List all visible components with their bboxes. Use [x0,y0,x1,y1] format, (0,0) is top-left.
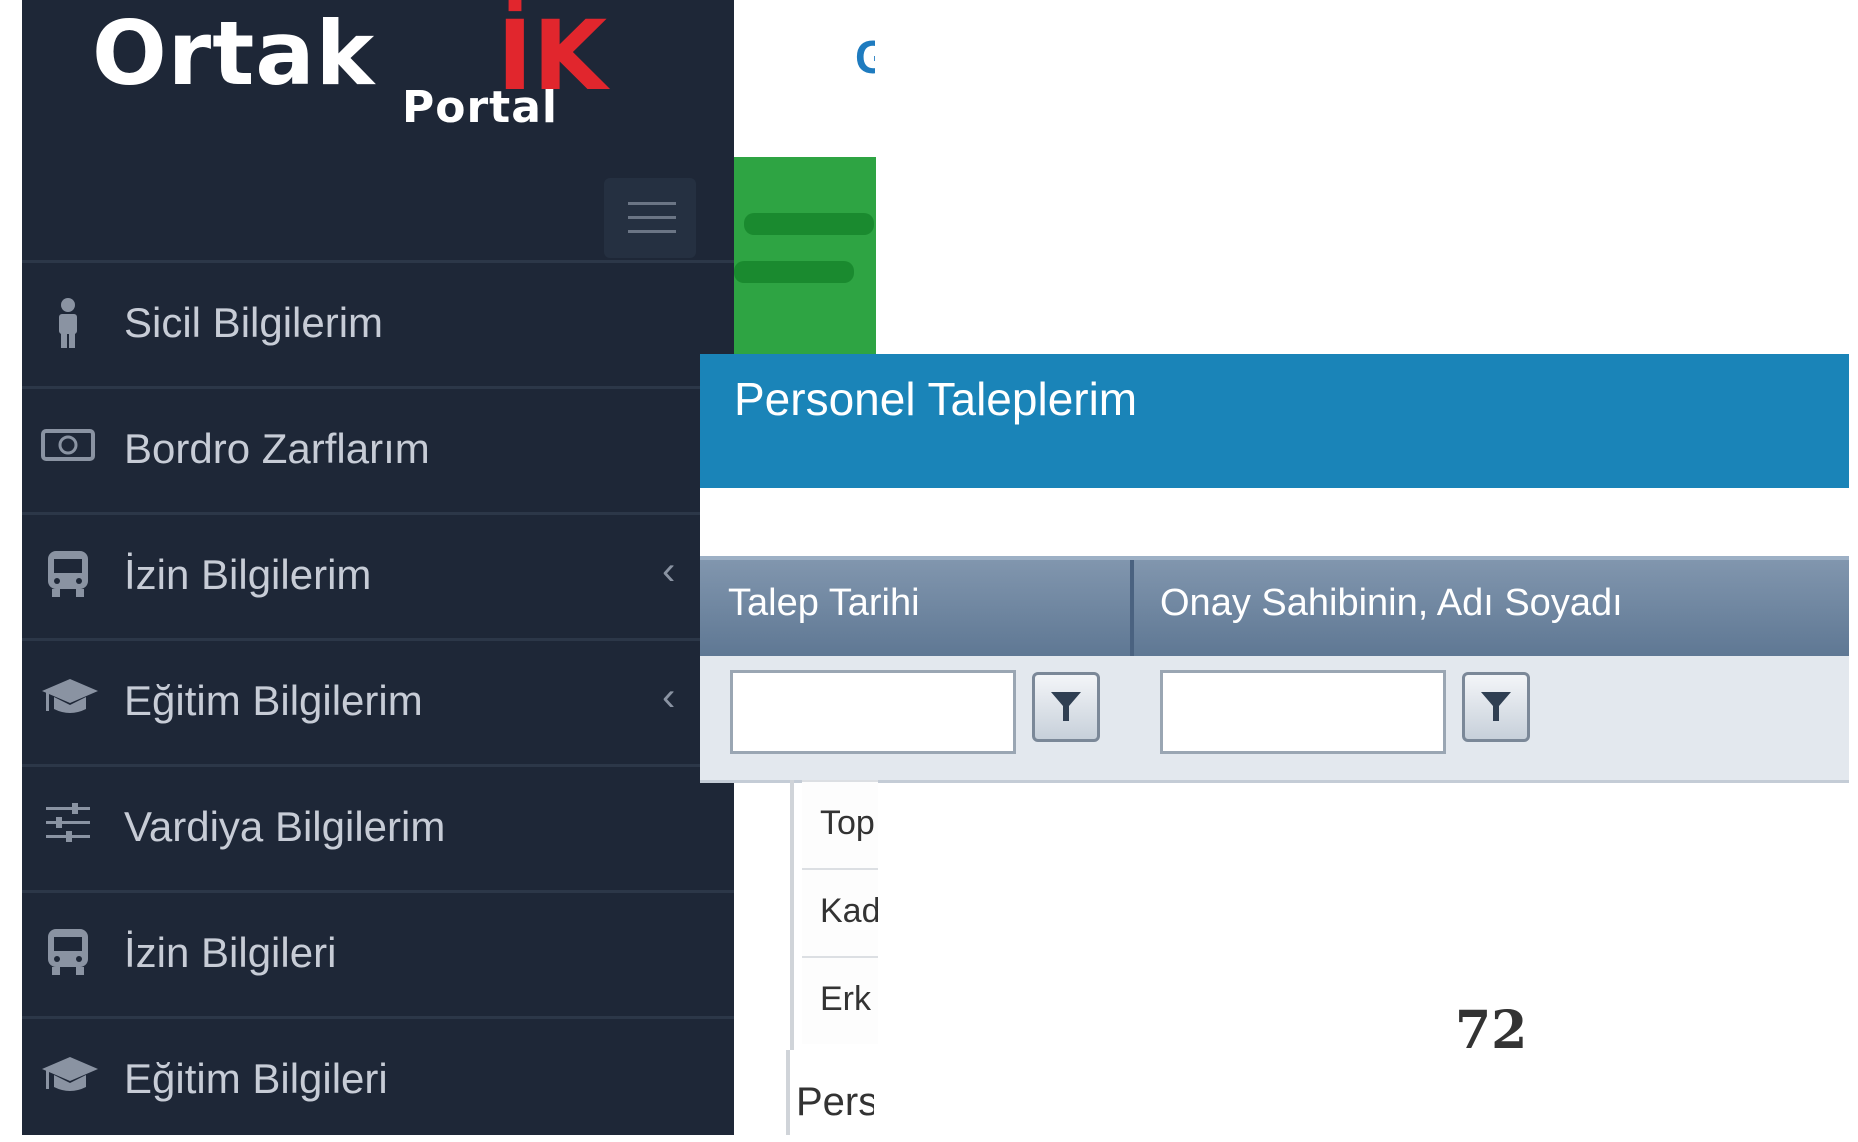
sidebar-item-egitim-bilgileri[interactable]: Eğitim Bilgileri [22,1016,734,1142]
sidebar-item-sicil-bilgilerim[interactable]: Sicil Bilgilerim [22,260,734,386]
sidebar-item-label: İzin Bilgilerim [124,551,372,598]
page-number: 72 [1455,1000,1528,1061]
personel-talepleri-panel: Personel Taleplerim Talep Tarihi Onay Sa… [700,354,1849,783]
chevron-left-icon: ‹ [662,675,676,719]
bus-icon [40,549,96,605]
filter-icon [1481,692,1511,721]
sidebar-menu: Sicil Bilgilerim Bordro Zarflarım İzin B… [22,260,734,1142]
sidebar-item-egitim-bilgilerim[interactable]: Eğitim Bilgilerim ‹ [22,638,734,764]
table-row: Kad [802,868,878,956]
person-icon [40,297,96,353]
divider [786,1050,790,1135]
panel-title: Personel Taleplerim [734,373,1138,425]
onay-sahibi-filter-input[interactable] [1160,670,1446,754]
sidebar-item-label: Eğitim Bilgilerim [124,677,423,724]
logo-sub: Portal [402,82,558,133]
talep-tarihi-filter-input[interactable] [730,670,1016,754]
column-separator[interactable] [1130,560,1134,658]
sidebar-item-label: Vardiya Bilgilerim [124,803,446,850]
green-widget [734,157,876,357]
table-cell: Erk [820,980,871,1018]
statistics-table: Top Kad Erk [790,780,878,1050]
column-header-onay-sahibi[interactable]: Onay Sahibinin, Adı Soyadı [1160,582,1623,625]
hamburger-bar [628,230,676,233]
money-icon [40,423,96,479]
green-stripe [734,261,854,283]
sidebar-item-label: İzin Bilgileri [124,929,337,976]
grid-header: Talep Tarihi Onay Sahibinin, Adı Soyadı [700,556,1849,658]
sidebar-toggle-button[interactable] [604,178,696,258]
sidebar-item-label: Eğitim Bilgileri [124,1055,388,1102]
filter-row [700,656,1849,783]
table-row: Erk [802,956,878,1044]
ortakik-portal-logo[interactable]: Ortak İK Portal [92,0,612,133]
hamburger-icon [628,202,676,205]
header-partial-glyph: G [855,31,875,83]
section-label: Pers [796,1080,874,1124]
sidebar-item-label: Sicil Bilgilerim [124,299,384,346]
sidebar-item-izin-bilgilerim[interactable]: İzin Bilgilerim ‹ [22,512,734,638]
graduation-cap-icon [40,675,98,731]
sidebar-item-vardiya-bilgilerim[interactable]: Vardiya Bilgilerim [22,764,734,890]
sliders-icon [40,801,96,857]
column-header-talep-tarihi[interactable]: Talep Tarihi [728,582,920,625]
sidebar-item-label: Bordro Zarflarım [124,425,430,472]
table-cell: Top [820,804,875,842]
table-row: Top [802,780,878,868]
hamburger-bar [628,216,676,219]
panel-header: Personel Taleplerim [700,354,1849,488]
sidebar-item-izin-bilgileri[interactable]: İzin Bilgileri [22,890,734,1016]
filter-icon [1051,692,1081,721]
table-cell: Kad [820,892,878,930]
green-stripe [744,213,874,235]
bus-icon [40,927,96,983]
logo-brand: Ortak [92,2,376,105]
graduation-cap-icon [40,1053,98,1109]
talep-tarihi-filter-button[interactable] [1032,672,1100,742]
sidebar-item-bordro-zarflarim[interactable]: Bordro Zarflarım [22,386,734,512]
onay-sahibi-filter-button[interactable] [1462,672,1530,742]
sidebar: Ortak İK Portal Sicil Bilgilerim Bordro … [22,0,734,1135]
chevron-left-icon: ‹ [662,549,676,593]
